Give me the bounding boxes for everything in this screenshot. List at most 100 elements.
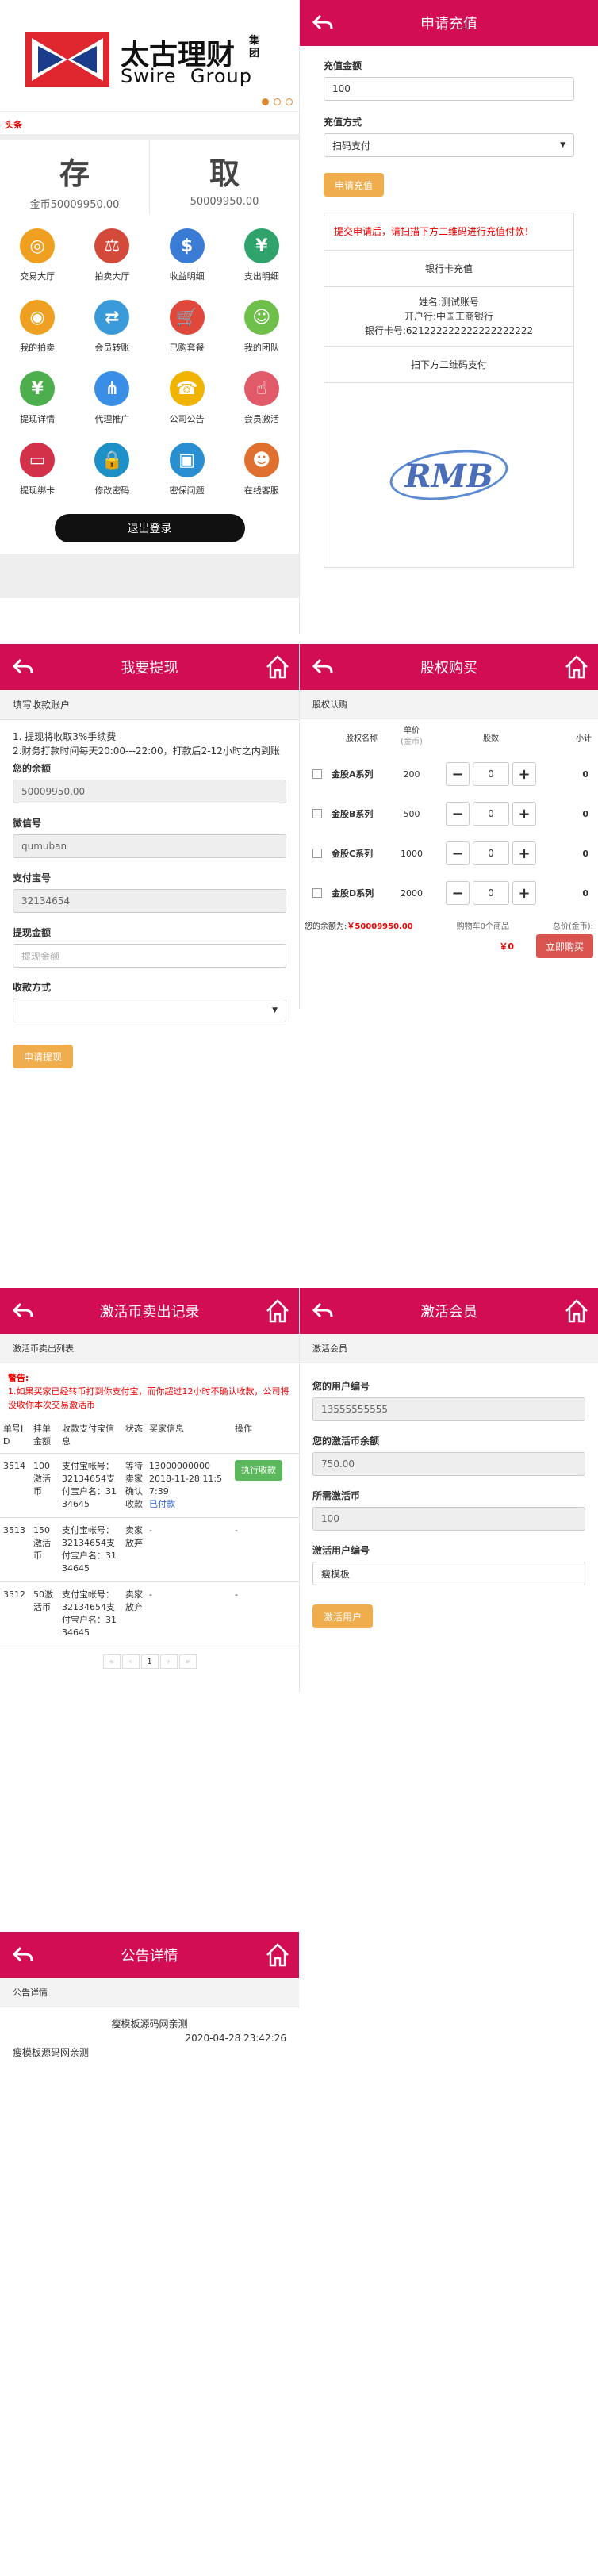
home-menu-label: 我的拍卖 — [20, 343, 56, 353]
deposit-block[interactable]: 存 金币50009950.00 — [0, 140, 150, 214]
home-icon[interactable] — [563, 1298, 590, 1324]
need-coin-field[interactable]: 100 — [312, 1507, 585, 1531]
page-title: 我要提现 — [121, 660, 178, 677]
home-menu-item[interactable]: ☺ 我的团队 — [224, 292, 299, 363]
user-id-field[interactable]: 13555555555 — [312, 1397, 585, 1421]
back-icon[interactable] — [311, 11, 335, 35]
home-menu-item[interactable]: ☻ 在线客服 — [224, 435, 299, 506]
page-title: 申请充值 — [420, 16, 477, 33]
page-button[interactable]: 1 — [140, 1654, 159, 1669]
home-menu-label: 公司公告 — [169, 414, 205, 424]
home-menu-label: 会员转账 — [94, 343, 130, 353]
logout-area: 退出登录 — [0, 511, 299, 554]
apply-recharge-button[interactable]: 申请充值 — [324, 173, 385, 197]
home-menu-item[interactable]: ▭ 提现绑卡 — [0, 435, 75, 506]
receive-method-select[interactable]: ▼ — [13, 999, 286, 1022]
target-user-input[interactable]: 瘦模板 — [312, 1562, 585, 1585]
my-team-icon: ☺ — [243, 300, 279, 335]
back-icon[interactable] — [11, 1943, 35, 1967]
method-select[interactable]: 扫码支付 ▼ — [324, 133, 574, 157]
home-icon[interactable] — [264, 654, 291, 680]
equity-price: 2000 — [401, 887, 423, 899]
back-icon[interactable] — [11, 1299, 35, 1323]
wechat-field[interactable]: qumuban — [13, 834, 286, 858]
back-icon[interactable] — [311, 1299, 335, 1323]
headline-bar[interactable]: 头条 — [0, 111, 299, 135]
plus-button[interactable]: + — [512, 841, 536, 865]
qty-input[interactable]: 0 — [473, 762, 509, 786]
back-icon[interactable] — [311, 655, 335, 679]
minus-button[interactable]: − — [446, 762, 470, 786]
pagination: «‹ 1 ›» — [0, 1654, 299, 1669]
equity-header: 股权购买 — [300, 644, 598, 690]
confirm-receipt-button[interactable]: 执行收款 — [235, 1460, 282, 1481]
buy-now-button[interactable]: 立即购买 — [535, 934, 593, 958]
home-menu-item[interactable]: ⇄ 会员转账 — [75, 292, 149, 363]
home-menu-item[interactable]: ▣ 密保问题 — [150, 435, 224, 506]
home-icon[interactable] — [563, 654, 590, 680]
page-button[interactable]: › — [159, 1654, 178, 1669]
withdraw-block[interactable]: 取 50009950.00 — [150, 140, 299, 214]
minus-button[interactable]: − — [446, 802, 470, 826]
balance-field[interactable]: 50009950.00 — [13, 780, 286, 803]
table-row: 3512 50激活币 支付宝帐号：32134654支付宝户名：3134645 卖家放弃… — [0, 1582, 299, 1646]
order-amount: 150激活币 — [33, 1525, 51, 1561]
member-transfer-icon: ⇄ — [94, 300, 130, 335]
back-icon[interactable] — [11, 655, 35, 679]
logout-button[interactable]: 退出登录 — [54, 514, 245, 542]
chevron-down-icon: ▼ — [272, 1006, 278, 1014]
page-title: 激活会员 — [420, 1304, 477, 1321]
broken-image-icon — [303, 849, 332, 858]
home-menu-item[interactable]: ¥ 提现详情 — [0, 363, 75, 435]
total-value: ￥0 — [499, 941, 514, 952]
home-menu-item[interactable]: 🔒 修改密码 — [75, 435, 149, 506]
qty-input[interactable]: 0 — [473, 881, 509, 905]
amount-input[interactable]: 100 — [324, 77, 574, 101]
page-button[interactable]: » — [178, 1654, 197, 1669]
sell-col-header: 买家信息 — [146, 1418, 232, 1454]
home-menu-item[interactable]: ⋔ 代理推广 — [75, 363, 149, 435]
home-menu-item[interactable]: ☎ 公司公告 — [150, 363, 224, 435]
home-icon[interactable] — [264, 1942, 291, 1968]
alipay-field[interactable]: 32134654 — [13, 889, 286, 913]
home-menu-label: 密保问题 — [169, 485, 205, 496]
apply-withdraw-button[interactable]: 申请提现 — [13, 1045, 74, 1068]
home-menu-item[interactable]: ¥ 支出明细 — [224, 220, 299, 292]
home-menu-item[interactable]: ◎ 交易大厅 — [0, 220, 75, 292]
page-button[interactable]: « — [102, 1654, 121, 1669]
qty-input[interactable]: 0 — [473, 802, 509, 826]
home-menu-item[interactable]: ⚖ 拍卖大厅 — [75, 220, 149, 292]
home-menu-item[interactable]: ◉ 我的拍卖 — [0, 292, 75, 363]
qty-input[interactable]: 0 — [473, 841, 509, 865]
section-title: 填写收款账户 — [0, 690, 299, 720]
withdraw-amount-input[interactable]: 提现金额 — [13, 944, 286, 968]
activate-panel: 激活会员 激活会员 您的用户编号 13555555555 您的激活币余额 750… — [299, 1288, 598, 1692]
page-button[interactable]: ‹ — [121, 1654, 140, 1669]
notice-date: 2020-04-28 23:42:26 — [185, 2033, 286, 2044]
plus-button[interactable]: + — [512, 881, 536, 905]
balance-label: 您的余额 — [13, 763, 52, 774]
home-menu-label: 提现详情 — [20, 414, 56, 424]
security-question-icon: ▣ — [169, 443, 205, 477]
expense-detail-icon: ¥ — [243, 228, 279, 263]
plus-button[interactable]: + — [512, 802, 536, 826]
home-menu-label: 收益明细 — [169, 271, 205, 282]
home-icon[interactable] — [264, 1298, 291, 1324]
home-menu-item[interactable]: $ 收益明细 — [150, 220, 224, 292]
home-menu-label: 修改密码 — [94, 485, 130, 496]
activate-user-button[interactable]: 激活用户 — [312, 1604, 374, 1628]
recharge-info-box: 提交申请后，请扫描下方二维码进行充值付款！ 银行卡充值 姓名:测试账号 开户行:… — [324, 213, 574, 568]
activation-balance-field[interactable]: 750.00 — [312, 1452, 585, 1476]
withdraw-panel: 我要提现 填写收款账户 1. 提现将收取3%手续费 2.财务打款时间每天20:0… — [0, 644, 299, 1199]
home-menu-item[interactable]: 🛒 已购套餐 — [150, 292, 224, 363]
plus-button[interactable]: + — [512, 762, 536, 786]
equity-price: 1000 — [401, 848, 423, 859]
equity-footer: 您的余额为:￥50009950.00 购物车0个商品 总价(金币): — [300, 913, 598, 931]
home-menu-label: 在线客服 — [243, 485, 279, 496]
minus-button[interactable]: − — [446, 881, 470, 905]
home-menu-item[interactable]: ☝ 会员激活 — [224, 363, 299, 435]
minus-button[interactable]: − — [446, 841, 470, 865]
headline-tag: 头条 — [5, 120, 22, 130]
banner-dots[interactable] — [262, 98, 293, 105]
buyer-phone: 13000000000 — [149, 1461, 210, 1471]
